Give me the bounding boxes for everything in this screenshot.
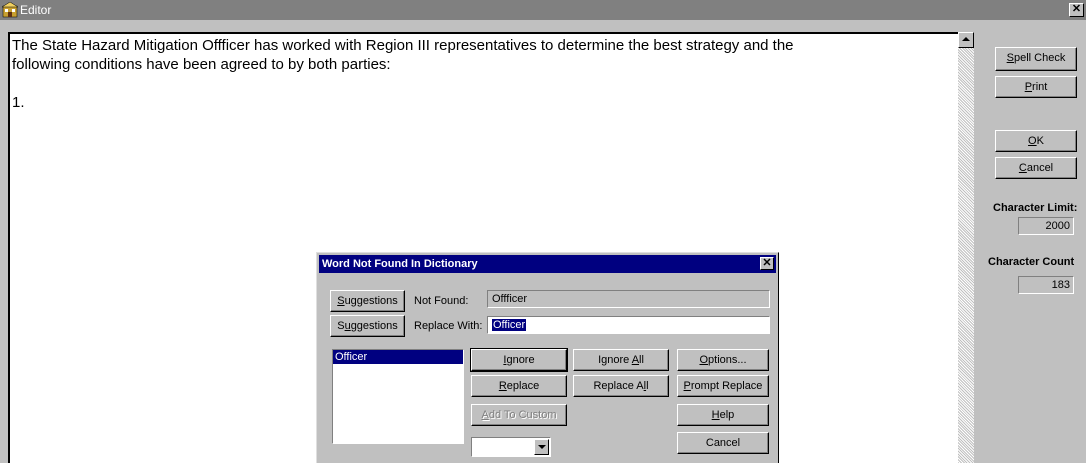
dialog-cancel-button[interactable]: Cancel: [677, 432, 769, 454]
editor-app-icon: [1, 1, 19, 18]
dialog-titlebar[interactable]: Word Not Found In Dictionary ✕: [319, 255, 776, 273]
list-item[interactable]: Officer: [333, 350, 463, 364]
cancel-button[interactable]: Cancel: [995, 157, 1077, 179]
print-button[interactable]: Print: [995, 76, 1077, 98]
suggestions-label: Suggestions: [337, 295, 398, 307]
document-line: 1.: [12, 94, 25, 111]
suggestions-button-2[interactable]: Suggestions: [330, 315, 405, 337]
replace-with-label: Replace With:: [414, 320, 483, 332]
replace-button[interactable]: Replace: [471, 375, 567, 397]
character-count-label: Character Count: [988, 256, 1075, 268]
window-close-button[interactable]: ✕: [1069, 3, 1084, 17]
window-title: Editor: [20, 3, 52, 17]
window-titlebar[interactable]: Editor ✕: [0, 0, 1086, 20]
not-found-label: Not Found:: [414, 295, 469, 307]
prompt-replace-button[interactable]: Prompt Replace: [677, 375, 769, 397]
ignore-all-button[interactable]: Ignore All: [573, 349, 669, 371]
options-label: Options...: [699, 354, 747, 366]
vertical-scrollbar[interactable]: [958, 32, 974, 463]
down-arrow-icon[interactable]: [534, 439, 549, 455]
close-icon: ✕: [762, 257, 772, 269]
character-limit-value: 2000: [1018, 217, 1074, 235]
spell-check-dialog: Word Not Found In Dictionary ✕ Suggestio…: [316, 252, 779, 463]
close-icon: ✕: [1071, 3, 1082, 15]
replace-all-button[interactable]: Replace All: [573, 375, 669, 397]
dialog-close-button[interactable]: ✕: [760, 257, 774, 270]
spell-check-button[interactable]: Spell Check: [995, 47, 1077, 71]
document-line: following conditions have been agreed to…: [12, 56, 391, 73]
character-count-value: 183: [1018, 276, 1074, 294]
suggestions-list[interactable]: Officer: [332, 349, 464, 444]
options-button[interactable]: Options...: [677, 349, 769, 371]
dictionary-combo[interactable]: [471, 437, 551, 457]
character-limit-label: Character Limit:: [993, 202, 1078, 214]
add-to-custom-label: Add To Custom: [481, 409, 557, 421]
ignore-all-label: Ignore All: [598, 354, 644, 366]
not-found-field: Offficer: [487, 290, 770, 308]
document-text: The State Hazard Mitigation Offficer has…: [12, 36, 912, 112]
dialog-cancel-label: Cancel: [705, 437, 741, 449]
document-line: The State Hazard Mitigation Offficer has…: [12, 37, 794, 54]
print-label: Print: [1024, 81, 1048, 93]
help-label: Help: [711, 409, 735, 421]
replace-with-value: Officer: [492, 319, 527, 331]
spell-check-label: Spell Check: [1006, 52, 1066, 64]
ok-label: OK: [1028, 135, 1044, 147]
ok-button[interactable]: OK: [995, 130, 1077, 152]
help-button[interactable]: Help: [677, 404, 769, 426]
prompt-replace-label: Prompt Replace: [683, 380, 763, 392]
replace-all-label: Replace All: [593, 380, 649, 392]
replace-with-input[interactable]: Officer: [487, 316, 770, 334]
dialog-title: Word Not Found In Dictionary: [322, 258, 478, 270]
ignore-button[interactable]: Ignore: [470, 348, 568, 372]
ignore-label: Ignore: [503, 354, 535, 366]
replace-label: Replace: [498, 380, 540, 392]
add-to-custom-button[interactable]: Add To Custom: [471, 404, 567, 426]
suggestions-label: Suggestions: [337, 320, 398, 332]
up-arrow-icon[interactable]: [958, 32, 974, 48]
suggestions-button[interactable]: Suggestions: [330, 290, 405, 312]
cancel-label: Cancel: [1018, 162, 1054, 174]
